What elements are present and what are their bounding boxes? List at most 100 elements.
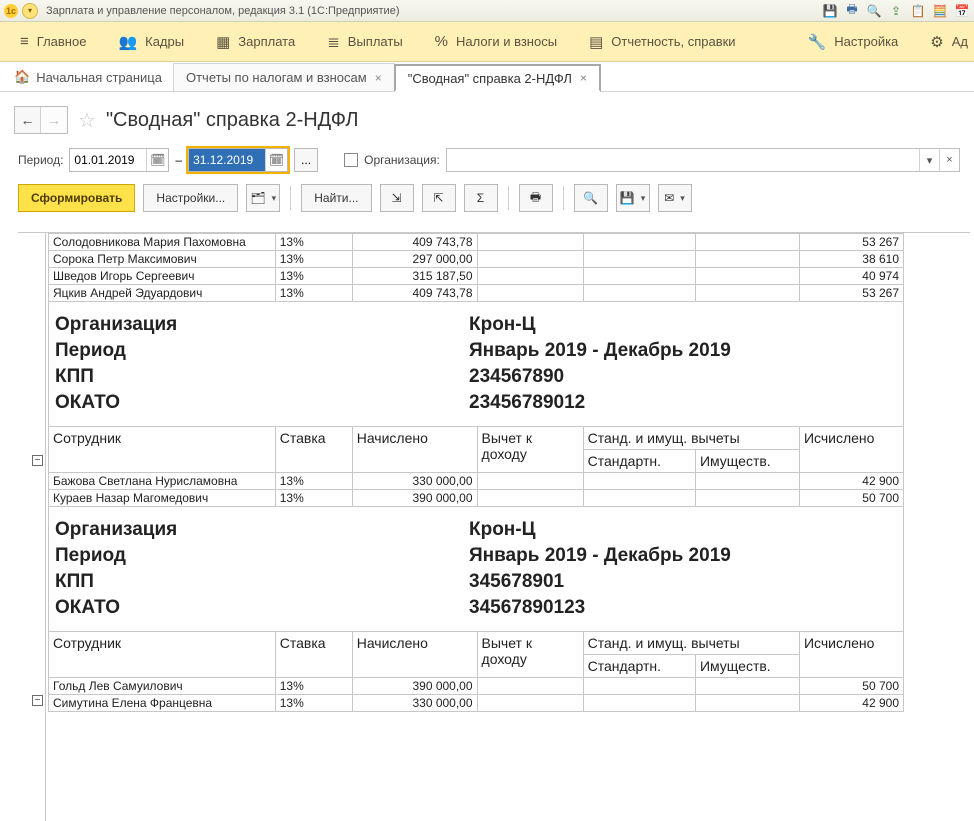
button-label: Сформировать bbox=[31, 191, 122, 205]
cell-accrued: 409 743,78 bbox=[352, 234, 477, 251]
preview-button[interactable]: 🔍 bbox=[574, 184, 608, 212]
favorite-star-icon[interactable]: ☆ bbox=[78, 108, 96, 133]
cell-property bbox=[695, 251, 799, 268]
org-filter-checkbox[interactable] bbox=[344, 153, 358, 167]
link-icon[interactable]: ⇪ bbox=[888, 3, 904, 19]
menu-main[interactable]: ≡ Главное bbox=[4, 22, 102, 61]
table-row: Кураев Назар Магомедович13%390 000,0050 … bbox=[49, 490, 904, 507]
cell-standard bbox=[583, 285, 695, 302]
list-icon: ≣ bbox=[327, 33, 340, 51]
org-input[interactable] bbox=[447, 149, 919, 171]
people-icon: 👥 bbox=[118, 33, 137, 51]
period-picker-button[interactable]: ... bbox=[294, 148, 318, 172]
page-header: ← → ☆ "Сводная" справка 2-НДФЛ bbox=[0, 92, 974, 144]
chevron-down-icon: ▾ bbox=[641, 193, 646, 204]
col-std-property: Станд. и имущ. вычеты bbox=[583, 632, 799, 655]
close-icon[interactable]: × bbox=[375, 71, 382, 85]
cell-standard bbox=[583, 251, 695, 268]
menu-settings[interactable]: 🔧Настройка bbox=[792, 22, 915, 61]
clipboard-icon[interactable]: 📋 bbox=[910, 3, 926, 19]
calendar-icon[interactable]: 📅 bbox=[954, 3, 970, 19]
cell-calculated: 38 610 bbox=[799, 251, 903, 268]
chevron-down-icon: ▾ bbox=[272, 193, 277, 204]
menu-personnel[interactable]: 👥 Кадры bbox=[102, 22, 200, 61]
col-standard: Стандартн. bbox=[583, 450, 695, 473]
menu-payments[interactable]: ≣Выплаты bbox=[311, 22, 418, 61]
calendar-icon[interactable]: 🗓 bbox=[146, 149, 168, 171]
col-standard: Стандартн. bbox=[583, 655, 695, 678]
cell-standard bbox=[583, 490, 695, 507]
preview-icon: 🔍 bbox=[583, 191, 598, 205]
grp-kpp-label: КПП bbox=[49, 569, 463, 595]
col-property: Имуществ. bbox=[695, 450, 799, 473]
tab-home[interactable]: 🏠 Начальная страница bbox=[10, 63, 174, 91]
nav-back-button[interactable]: ← bbox=[15, 107, 41, 133]
grp-okato-label: ОКАТО bbox=[49, 390, 463, 416]
gear-icon: ⚙ bbox=[930, 33, 943, 51]
menu-admin[interactable]: ⚙ Ад bbox=[914, 22, 970, 61]
cell-calculated: 53 267 bbox=[799, 234, 903, 251]
cell-deduction bbox=[477, 234, 583, 251]
cell-accrued: 297 000,00 bbox=[352, 251, 477, 268]
expand-groups-button[interactable]: ⇲ bbox=[380, 184, 414, 212]
cell-accrued: 390 000,00 bbox=[352, 678, 477, 695]
clear-icon[interactable]: × bbox=[939, 149, 959, 171]
menu-reports[interactable]: ▤Отчетность, справки bbox=[573, 22, 752, 61]
save-icon[interactable]: 💾 bbox=[822, 3, 838, 19]
close-icon[interactable]: × bbox=[580, 71, 587, 85]
grp-period-label: Период bbox=[49, 338, 463, 364]
cell-calculated: 50 700 bbox=[799, 678, 903, 695]
menu-salary[interactable]: ▦Зарплата bbox=[200, 22, 311, 61]
collapse-icon: ⇱ bbox=[433, 191, 443, 205]
col-deduction: Вычет к доходу bbox=[477, 427, 583, 473]
date-to-field[interactable]: 🗓 bbox=[188, 148, 288, 172]
menu-taxes[interactable]: %Налоги и взносы bbox=[419, 22, 573, 61]
compare-icon[interactable]: 🔍 bbox=[866, 3, 882, 19]
menu-label: Кадры bbox=[145, 34, 184, 49]
calculator-icon[interactable]: 🧮 bbox=[932, 3, 948, 19]
dropdown-icon[interactable]: ▾ bbox=[919, 149, 939, 171]
send-report-button[interactable]: ✉▾ bbox=[658, 184, 692, 212]
chevron-down-icon: ▾ bbox=[680, 193, 685, 204]
date-to-input[interactable] bbox=[189, 149, 265, 171]
cell-rate: 13% bbox=[275, 268, 352, 285]
menu-label: Главное bbox=[37, 34, 87, 49]
print-icon: 🖶 bbox=[530, 188, 541, 209]
tab-summary-2ndfl[interactable]: "Сводная" справка 2-НДФЛ × bbox=[394, 64, 601, 92]
print-button[interactable]: 🖶 bbox=[519, 184, 553, 212]
save-icon: 💾 bbox=[620, 191, 635, 205]
org-field[interactable]: ▾ × bbox=[446, 148, 960, 172]
menu-label: Ад bbox=[952, 34, 968, 49]
variants-button[interactable]: 🗂▾ bbox=[246, 184, 280, 212]
cell-standard bbox=[583, 695, 695, 712]
app-menu-dropdown[interactable]: ▾ bbox=[22, 3, 38, 19]
find-button[interactable]: Найти... bbox=[301, 184, 371, 212]
cell-deduction bbox=[477, 490, 583, 507]
button-label: Найти... bbox=[314, 191, 358, 205]
calendar-icon[interactable]: 🗓 bbox=[265, 149, 287, 171]
nav-forward-button[interactable]: → bbox=[41, 107, 67, 133]
cell-accrued: 409 743,78 bbox=[352, 285, 477, 302]
print-icon[interactable]: 🖶 bbox=[844, 3, 860, 19]
run-report-button[interactable]: Сформировать bbox=[18, 184, 135, 212]
col-accrued: Начислено bbox=[352, 427, 477, 473]
col-employee: Сотрудник bbox=[49, 427, 276, 473]
collapse-toggle[interactable]: − bbox=[32, 695, 43, 706]
grp-okato-value: 23456789012 bbox=[463, 390, 903, 416]
menu-icon: ≡ bbox=[20, 33, 29, 50]
report-settings-button[interactable]: Настройки... bbox=[143, 184, 238, 212]
date-from-field[interactable]: 🗓 bbox=[69, 148, 169, 172]
cell-deduction bbox=[477, 473, 583, 490]
expand-icon: ⇲ bbox=[391, 191, 401, 205]
sum-button[interactable]: Σ bbox=[464, 184, 498, 212]
report-area[interactable]: − − Солодовникова Мария Пахомовна13%409 … bbox=[18, 232, 970, 821]
save-report-button[interactable]: 💾▾ bbox=[616, 184, 650, 212]
col-rate: Ставка bbox=[275, 427, 352, 473]
collapse-toggle[interactable]: − bbox=[32, 455, 43, 466]
report-table-2: Сотрудник Ставка Начислено Вычет к доход… bbox=[48, 631, 904, 712]
date-from-input[interactable] bbox=[70, 149, 146, 171]
collapse-groups-button[interactable]: ⇱ bbox=[422, 184, 456, 212]
cell-standard bbox=[583, 473, 695, 490]
cell-calculated: 40 974 bbox=[799, 268, 903, 285]
tab-tax-reports[interactable]: Отчеты по налогам и взносам × bbox=[173, 63, 395, 91]
